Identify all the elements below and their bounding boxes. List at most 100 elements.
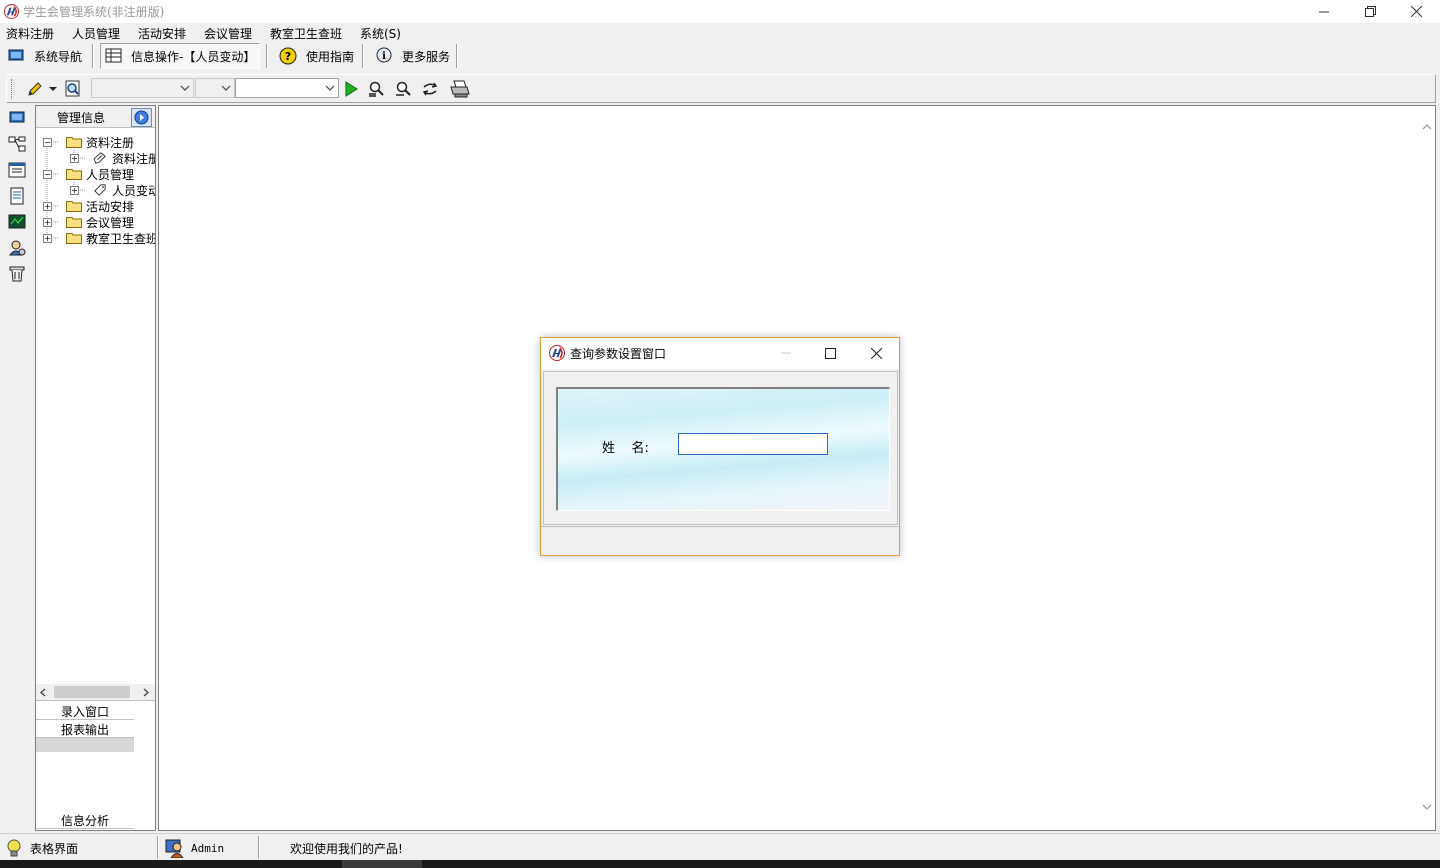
user-settings-icon[interactable] (8, 239, 26, 257)
chevron-left-icon[interactable] (39, 688, 47, 697)
taskbar-strip (0, 860, 1440, 868)
more-services-button[interactable]: i 更多服务 (370, 43, 454, 69)
field-combo[interactable] (91, 78, 194, 98)
chevron-down-icon (325, 85, 335, 91)
tree-hscrollbar[interactable] (36, 684, 155, 700)
table-icon (105, 48, 122, 63)
edit-button[interactable] (25, 79, 45, 99)
menu-bar: 资料注册 人员管理 活动安排 会议管理 教室卫生查班 系统(S) (0, 23, 1440, 41)
arrow-circle-icon (134, 110, 149, 125)
preview-button[interactable] (63, 79, 83, 99)
main-vscrollbar[interactable] (1419, 107, 1435, 829)
menu-item-activity[interactable]: 活动安排 (138, 25, 186, 42)
status-mode-label: 表格界面 (30, 841, 79, 856)
menu-item-system[interactable]: 系统(S) (360, 25, 401, 42)
minimize-button[interactable] (1301, 0, 1347, 23)
tree-node-register[interactable]: 资料注册 (66, 134, 134, 150)
monitor-icon[interactable] (8, 109, 26, 127)
expand-icon[interactable]: + (70, 186, 79, 195)
tree-node-label: 资料注册 (86, 135, 135, 150)
chart-screen-icon[interactable] (8, 213, 26, 231)
entry-window-item[interactable]: 录入窗口 (36, 703, 134, 720)
collapse-icon[interactable]: − (43, 138, 52, 147)
dialog-minimize-button[interactable] (771, 342, 801, 364)
document-icon[interactable] (8, 187, 26, 205)
collapse-icon[interactable]: − (43, 170, 52, 179)
dialog-close-button[interactable] (861, 342, 891, 364)
info-op-button[interactable]: 信息操作-【人员变动】 (100, 43, 261, 69)
chevron-right-icon[interactable] (142, 688, 150, 697)
expand-icon[interactable]: + (43, 202, 52, 211)
list-window-icon[interactable] (8, 161, 26, 179)
tree-node-classroom[interactable]: 教室卫生查班 (66, 230, 155, 246)
menu-item-classroom[interactable]: 教室卫生查班 (270, 25, 342, 42)
dialog-query-panel: 姓 名: (556, 387, 890, 511)
refresh-button[interactable] (420, 79, 440, 99)
panel-title: 管理信息 (57, 111, 106, 125)
tree-node-label: 教室卫生查班 (86, 231, 155, 246)
printer-icon (450, 80, 470, 98)
chevron-down-icon (49, 87, 57, 91)
run-button[interactable] (341, 79, 361, 99)
expand-icon[interactable]: + (70, 154, 79, 163)
filter-button[interactable] (394, 79, 414, 99)
scroll-thumb[interactable] (54, 686, 130, 698)
taskbar-active-item[interactable] (342, 860, 422, 868)
dialog-titlebar: 查询参数设置窗口 (541, 338, 899, 369)
lightbulb-icon (7, 839, 21, 857)
folder-icon (66, 169, 82, 180)
pencil-icon (28, 82, 42, 96)
tree-node-personnel[interactable]: 人员管理 (66, 166, 134, 182)
action-toolbar (6, 74, 1436, 103)
edit-dropdown-button[interactable] (47, 79, 59, 99)
tree-node-register-child[interactable]: 资料注册 (92, 150, 155, 166)
selected-item-highlight[interactable] (36, 738, 134, 752)
trash-icon[interactable] (8, 265, 26, 283)
search-person-icon (369, 81, 384, 97)
name-input[interactable] (678, 433, 828, 455)
minimize-icon (1319, 11, 1329, 12)
expand-icon[interactable]: + (43, 218, 52, 227)
report-output-item[interactable]: 报表输出 (36, 721, 134, 738)
system-nav-label: 系统导航 (34, 49, 83, 64)
tag-icon (94, 184, 106, 196)
query-dialog: 查询参数设置窗口 姓 名: (540, 337, 900, 556)
tree-node-meeting[interactable]: 会议管理 (66, 214, 134, 230)
menu-item-personnel[interactable]: 人员管理 (72, 25, 120, 42)
value-combo[interactable] (235, 78, 339, 98)
chevron-down-icon[interactable] (1422, 803, 1432, 811)
menu-item-meeting[interactable]: 会议管理 (204, 25, 252, 42)
restore-icon (1364, 6, 1376, 17)
tree-node-label: 会议管理 (86, 215, 135, 230)
panel-toggle-button[interactable] (131, 108, 152, 127)
find-person-button[interactable] (367, 79, 387, 99)
nav-separator (266, 44, 268, 68)
tree-node-activity[interactable]: 活动安排 (66, 198, 134, 214)
restore-button[interactable] (1347, 0, 1393, 23)
dialog-maximize-button[interactable] (815, 342, 845, 364)
expand-icon[interactable]: + (43, 234, 52, 243)
status-bar: 表格界面 Admin 欢迎使用我们的产品! (0, 833, 1440, 860)
info-analysis-item[interactable]: 信息分析 (36, 812, 134, 829)
minimize-icon (781, 352, 791, 354)
menu-item-register[interactable]: 资料注册 (6, 25, 54, 42)
system-nav-button[interactable]: 系统导航 (4, 43, 86, 69)
close-button[interactable] (1393, 0, 1439, 23)
icon-strip (4, 105, 32, 831)
status-separator (258, 836, 260, 859)
tree-node-personnel-child[interactable]: 人员变动 (92, 182, 155, 198)
print-button[interactable] (449, 79, 471, 99)
chevron-down-icon (180, 85, 190, 91)
dialog-button-bar (541, 526, 899, 555)
close-icon (870, 347, 882, 359)
magnify-page-icon (65, 80, 80, 97)
monitor-icon (8, 49, 24, 61)
toolbar-grip[interactable] (11, 79, 13, 99)
chevron-up-icon[interactable] (1422, 123, 1432, 131)
org-chart-icon[interactable] (8, 135, 26, 153)
guide-button[interactable]: ? 使用指南 (274, 43, 358, 69)
panel-header: 管理信息 (36, 106, 155, 128)
tree-node-label: 人员变动 (112, 183, 155, 198)
svg-text:i: i (382, 51, 386, 62)
operator-combo[interactable] (195, 78, 235, 98)
